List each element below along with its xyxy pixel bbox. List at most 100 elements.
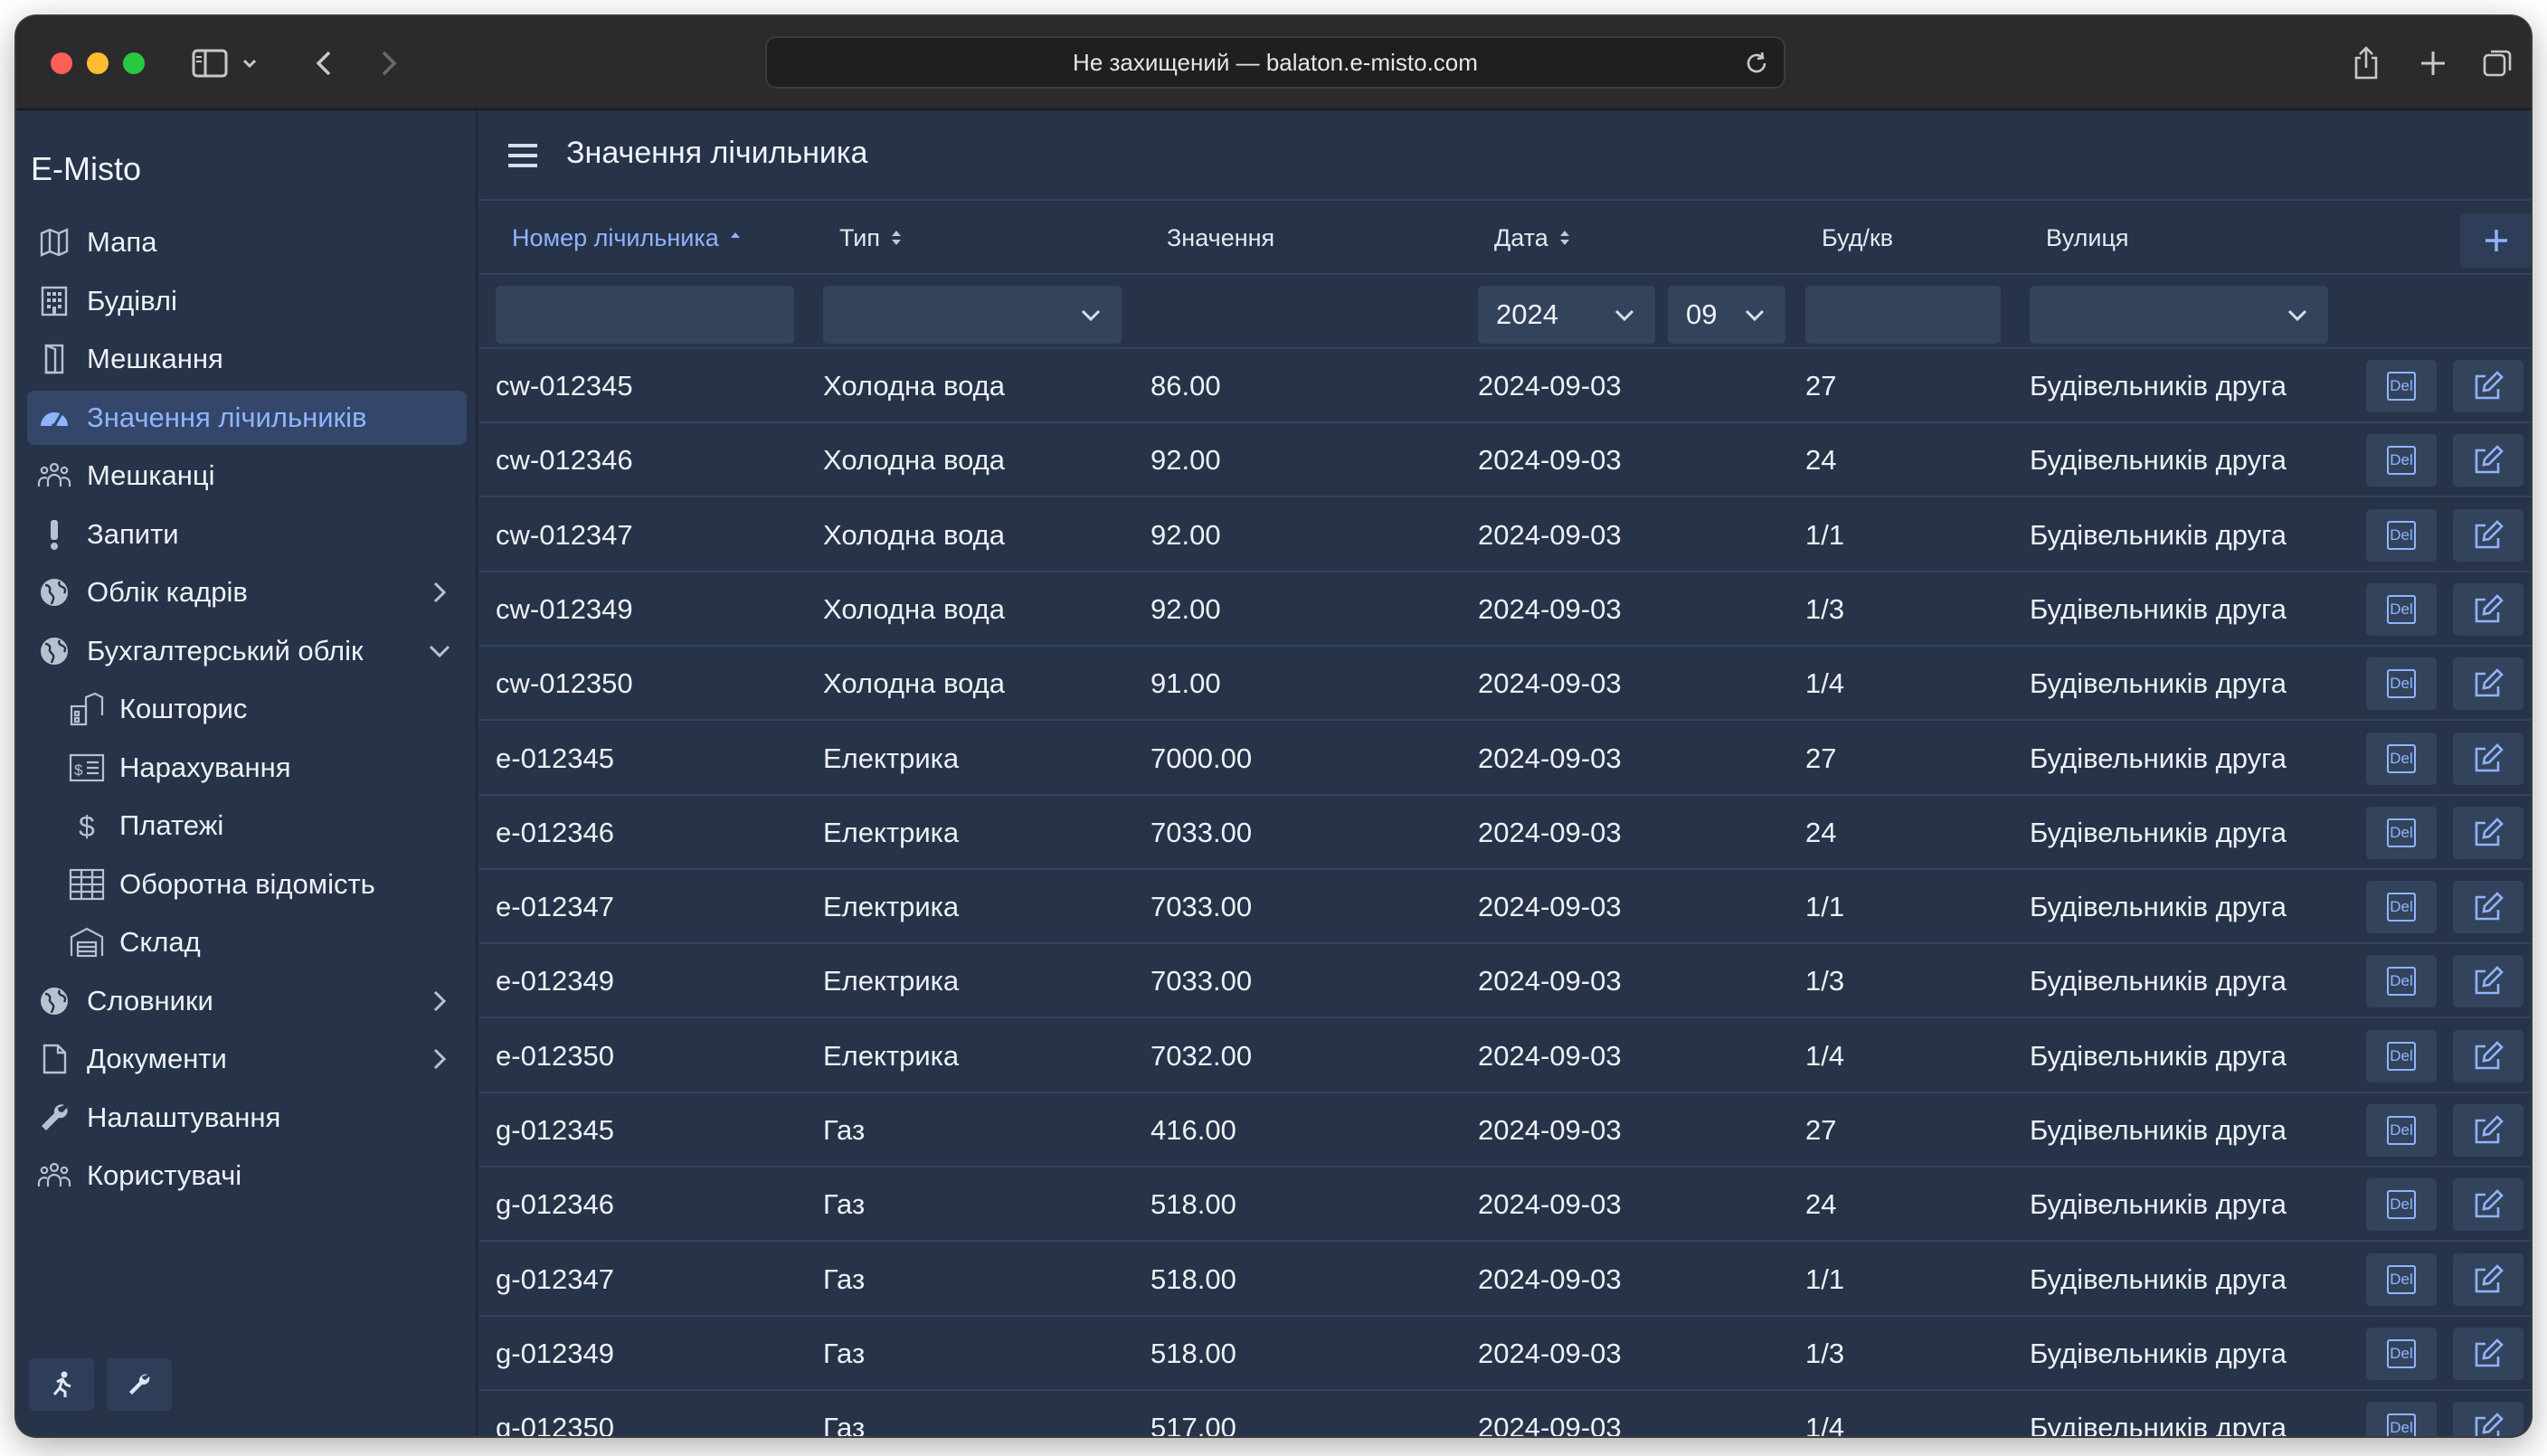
building-apt-filter-input[interactable]	[1805, 286, 2001, 344]
column-header-type[interactable]: Тип	[839, 203, 904, 273]
sidebar-item-10[interactable]: $ Платежі	[27, 799, 467, 853]
sidebar-item-2[interactable]: Мешкання	[27, 332, 467, 386]
delete-button[interactable]: Del	[2366, 1402, 2437, 1436]
new-tab-icon[interactable]	[2411, 42, 2455, 85]
maximize-window-button[interactable]	[123, 52, 145, 74]
forward-arrow-icon[interactable]	[367, 42, 411, 85]
sidebar-item-7[interactable]: Бухгалтерський облік	[27, 624, 467, 678]
delete-button[interactable]: Del	[2366, 1104, 2437, 1157]
year-filter-select[interactable]: 2024	[1478, 286, 1655, 344]
delete-button[interactable]: Del	[2366, 955, 2437, 1008]
edit-button[interactable]	[2453, 508, 2523, 562]
edit-button[interactable]	[2453, 434, 2523, 487]
chevron-right-icon[interactable]	[425, 987, 454, 1016]
sidebar-item-6[interactable]: Облік кадрів	[27, 565, 467, 619]
edit-button[interactable]	[2453, 881, 2523, 934]
reload-icon[interactable]	[1742, 49, 1771, 78]
edit-button[interactable]	[2453, 1178, 2523, 1232]
sidebar-item-12[interactable]: Склад	[27, 915, 467, 969]
close-window-button[interactable]	[51, 52, 72, 74]
edit-button[interactable]	[2453, 1327, 2523, 1380]
sidebar-item-label: Документи	[87, 1043, 227, 1074]
sidebar-item-9[interactable]: $ Нарахування	[27, 741, 467, 795]
sidebar-item-1[interactable]: Будівлі	[27, 274, 467, 328]
table-row[interactable]: e-012347 Електрика 7033.00 2024-09-03 1/1 Буд…	[479, 870, 2531, 945]
type-filter-select[interactable]	[823, 286, 1122, 344]
table-row[interactable]: e-012345 Електрика 7000.00 2024-09-03 27 Буді…	[479, 722, 2531, 796]
sidebar-item-4[interactable]: Мешканці	[27, 449, 467, 503]
delete-button[interactable]: Del	[2366, 881, 2437, 934]
delete-button[interactable]: Del	[2366, 657, 2437, 711]
table-row[interactable]: e-012346 Електрика 7033.00 2024-09-03 24 Буді…	[479, 796, 2531, 870]
edit-button[interactable]	[2453, 1253, 2523, 1306]
sidebar-item-0[interactable]: Мапа	[27, 215, 467, 269]
table-row[interactable]: g-012347 Газ 518.00 2024-09-03 1/1 Будівельни…	[479, 1243, 2531, 1317]
street-filter-select[interactable]	[2030, 286, 2328, 344]
edit-button[interactable]	[2453, 582, 2523, 636]
sidebar-item-16[interactable]: Користувачі	[27, 1149, 467, 1203]
table-row[interactable]: cw-012347 Холодна вода 92.00 2024-09-03 1/1 Б…	[479, 498, 2531, 572]
edit-button[interactable]	[2453, 360, 2523, 412]
delete-button[interactable]: Del	[2366, 732, 2437, 785]
run-button[interactable]	[29, 1358, 94, 1411]
edit-button[interactable]	[2453, 1029, 2523, 1083]
add-reading-button[interactable]	[2460, 213, 2531, 268]
table-row[interactable]: e-012350 Електрика 7032.00 2024-09-03 1/4 Буд…	[479, 1019, 2531, 1093]
table-row[interactable]: e-012349 Електрика 7033.00 2024-09-03 1/3 Буд…	[479, 944, 2531, 1019]
meter-number-filter-input[interactable]	[496, 286, 794, 344]
edit-icon	[2475, 1189, 2504, 1218]
edit-button[interactable]	[2453, 806, 2523, 859]
table-row[interactable]: g-012349 Газ 518.00 2024-09-03 1/3 Будівельни…	[479, 1317, 2531, 1391]
back-arrow-icon[interactable]	[302, 42, 346, 85]
table-row[interactable]: cw-012349 Холодна вода 92.00 2024-09-03 1/3 Б…	[479, 572, 2531, 647]
edit-button[interactable]	[2453, 1402, 2523, 1436]
table-row[interactable]: cw-012346 Холодна вода 92.00 2024-09-03 24 Бу…	[479, 423, 2531, 498]
brand-logo[interactable]: E-Misto	[31, 150, 141, 188]
menu-icon[interactable]	[505, 137, 541, 174]
edit-icon	[2475, 594, 2504, 623]
sidebar-toggle-icon[interactable]	[188, 42, 232, 85]
share-icon[interactable]	[2344, 42, 2388, 85]
table-row[interactable]: cw-012345 Холодна вода 86.00 2024-09-03 27 Бу…	[479, 349, 2531, 423]
table-row[interactable]: cw-012350 Холодна вода 91.00 2024-09-03 1/4 Б…	[479, 647, 2531, 722]
sidebar-item-13[interactable]: Словники	[27, 974, 467, 1028]
table-row[interactable]: g-012350 Газ 517.00 2024-09-03 1/4 Будівельни…	[479, 1391, 2531, 1436]
sidebar-item-14[interactable]: Документи	[27, 1032, 467, 1086]
edit-button[interactable]	[2453, 955, 2523, 1008]
sidebar-item-11[interactable]: Оборотна відомість	[27, 857, 467, 912]
column-header-meter-number[interactable]: Номер лічильника	[512, 203, 743, 273]
delete-button[interactable]: Del	[2366, 1029, 2437, 1083]
type-cell: Електрика	[823, 1039, 960, 1072]
street-cell: Будівельників друга	[2030, 965, 2287, 997]
date-cell: 2024-09-03	[1478, 1188, 1622, 1221]
delete-button[interactable]: Del	[2366, 1253, 2437, 1306]
sidebar-item-8[interactable]: Кошторис	[27, 682, 467, 736]
tab-overview-icon[interactable]	[2476, 42, 2520, 85]
table-row[interactable]: g-012346 Газ 518.00 2024-09-03 24 Будівельник…	[479, 1168, 2531, 1243]
address-bar[interactable]: Не захищений — balaton.e-misto.com	[765, 36, 1785, 89]
edit-button[interactable]	[2453, 732, 2523, 785]
edit-button[interactable]	[2453, 657, 2523, 711]
delete-button[interactable]: Del	[2366, 1327, 2437, 1380]
sidebar-item-15[interactable]: Налаштування	[27, 1091, 467, 1145]
tools-button[interactable]	[107, 1358, 172, 1411]
chevron-right-icon[interactable]	[425, 578, 454, 607]
sidebar-item-3[interactable]: Значення лічильників	[27, 390, 467, 445]
delete-button[interactable]: Del	[2366, 360, 2437, 412]
edit-button[interactable]	[2453, 1104, 2523, 1157]
delete-button[interactable]: Del	[2366, 582, 2437, 636]
minimize-window-button[interactable]	[87, 52, 109, 74]
sidebar-item-5[interactable]: Запити	[27, 507, 467, 562]
delete-button[interactable]: Del	[2366, 1178, 2437, 1232]
delete-button[interactable]: Del	[2366, 434, 2437, 487]
chevron-right-icon[interactable]	[425, 1045, 454, 1073]
chevron-down-icon[interactable]	[237, 42, 262, 85]
delete-button[interactable]: Del	[2366, 508, 2437, 562]
table-row[interactable]: g-012345 Газ 416.00 2024-09-03 27 Будівельник…	[479, 1093, 2531, 1168]
column-header-date[interactable]: Дата	[1494, 203, 1572, 273]
date-cell: 2024-09-03	[1478, 667, 1622, 700]
month-filter-select[interactable]: 09	[1668, 286, 1785, 344]
delete-button[interactable]: Del	[2366, 806, 2437, 859]
chevron-down-icon[interactable]	[425, 637, 454, 666]
sidebar-item-label: Оборотна відомість	[119, 867, 375, 900]
